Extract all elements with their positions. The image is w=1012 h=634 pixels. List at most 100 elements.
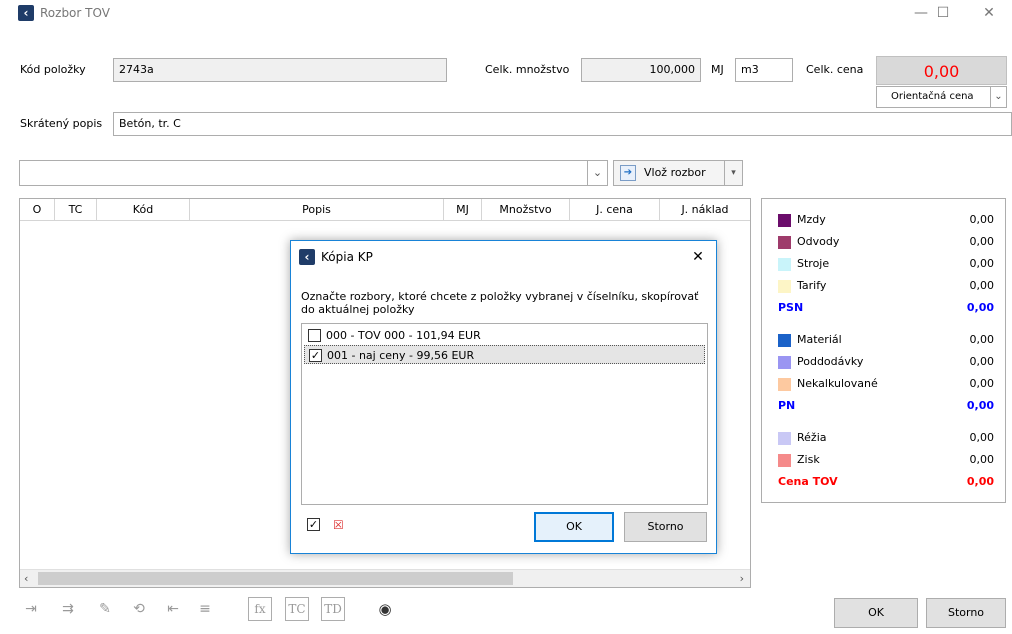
stroje-value: 0,00 (969, 257, 995, 270)
window-title: Rozbor TOV (40, 6, 110, 20)
nekalkulovane-label: Nekalkulované (797, 377, 878, 390)
dialog-ok-button[interactable]: OK (534, 512, 614, 542)
col-jcena[interactable]: J. cena (570, 199, 660, 221)
dialog-title: Kópia KP (321, 250, 373, 264)
dropdown-arrow-icon[interactable]: ▾ (724, 161, 742, 185)
psn-value: 0,00 (966, 301, 994, 314)
tarify-value: 0,00 (969, 279, 995, 292)
export-icon[interactable]: ⇤ (163, 599, 183, 619)
checkbox-checked[interactable]: ✓ (309, 349, 322, 362)
list-item[interactable]: ✓ 001 - naj ceny - 99,56 EUR (304, 345, 705, 364)
maximize-button[interactable]: ☐ (920, 0, 966, 26)
import-icon[interactable]: ⇥ (21, 599, 41, 619)
ok-button[interactable]: OK (834, 598, 918, 628)
summary-row-odvody: Odvody 0,00 (778, 231, 994, 253)
tarify-label: Tarify (797, 279, 827, 292)
dialog-message: Označte rozbory, ktoré chcete z položky … (301, 290, 699, 316)
mzdy-swatch (778, 214, 791, 227)
psn-label: PSN (778, 301, 804, 314)
list-item[interactable]: 000 - TOV 000 - 101,94 EUR (304, 326, 705, 345)
title-bar: ‹ Rozbor TOV — ☐ ✕ (0, 0, 1012, 26)
col-mj[interactable]: MJ (444, 199, 482, 221)
cena-type-select[interactable]: Orientačná cena ⌄ (876, 86, 1007, 108)
summary-row-psn: PSN 0,00 (778, 297, 994, 319)
cena-tov-value: 0,00 (966, 475, 994, 488)
summary-row-cena-tov: Cena TOV 0,00 (778, 471, 994, 493)
tarify-swatch (778, 280, 791, 293)
mnozstvo-field[interactable]: 100,000 (581, 58, 701, 82)
material-swatch (778, 334, 791, 347)
rezia-value: 0,00 (969, 431, 995, 444)
col-kod[interactable]: Kód (97, 199, 190, 221)
summary-row-nekalkulovane: Nekalkulované 0,00 (778, 373, 994, 395)
mj-field[interactable]: m3 (735, 58, 793, 82)
mj-label: MJ (711, 63, 724, 76)
checkbox[interactable] (308, 329, 321, 342)
summary-row-zisk: Zisk 0,00 (778, 449, 994, 471)
chevron-down-icon: ⌄ (990, 87, 1006, 107)
cancel-button[interactable]: Storno (926, 598, 1006, 628)
rezia-swatch (778, 432, 791, 445)
list-icon[interactable]: ≡ (195, 599, 215, 619)
dialog-close-icon[interactable]: ✕ (688, 241, 708, 273)
poddodavky-label: Poddodávky (797, 355, 864, 368)
summary-row-tarify: Tarify 0,00 (778, 275, 994, 297)
dialog-cancel-button[interactable]: Storno (624, 512, 707, 542)
odvody-label: Odvody (797, 235, 840, 248)
col-tc[interactable]: TC (55, 199, 97, 221)
kod-field[interactable]: 2743a (113, 58, 447, 82)
uncheck-all-icon[interactable]: ☒ (333, 517, 351, 533)
col-jnaklad[interactable]: J. náklad (660, 199, 750, 221)
insert-rozbor-button[interactable]: ➔ Vlož rozbor ▾ (613, 160, 743, 186)
cena-type-value: Orientačná cena (891, 91, 974, 102)
popis-field[interactable]: Betón, tr. C (113, 112, 1012, 136)
scroll-right-icon[interactable]: › (740, 570, 744, 588)
eye-icon[interactable]: ◉ (375, 599, 395, 619)
col-mnozstvo[interactable]: Množstvo (482, 199, 570, 221)
material-value: 0,00 (969, 333, 995, 346)
edit-icon[interactable]: ✎ (95, 599, 115, 619)
odvody-value: 0,00 (969, 235, 995, 248)
scroll-thumb[interactable] (38, 572, 513, 585)
zisk-value: 0,00 (969, 453, 995, 466)
stroje-label: Stroje (797, 257, 830, 270)
rozbor-list[interactable]: 000 - TOV 000 - 101,94 EUR ✓ 001 - naj c… (301, 323, 708, 505)
zisk-swatch (778, 454, 791, 467)
kopia-kp-dialog: ‹ Kópia KP ✕ Označte rozbory, ktoré chce… (290, 240, 717, 554)
nekalkulovane-swatch (778, 378, 791, 391)
horizontal-scrollbar[interactable]: ‹ › (20, 569, 750, 587)
summary-row-material: Materiál 0,00 (778, 329, 994, 351)
refresh-icon[interactable]: ⟲ (129, 599, 149, 619)
fx-button[interactable]: fx (248, 597, 272, 621)
import-all-icon[interactable]: ⇉ (58, 599, 78, 619)
insert-rozbor-label: Vlož rozbor (644, 166, 706, 179)
col-popis[interactable]: Popis (190, 199, 444, 221)
rozbor-combo[interactable]: ⌄ (19, 160, 608, 186)
mnozstvo-label: Celk. množstvo (485, 63, 570, 76)
col-o[interactable]: O (20, 199, 55, 221)
dialog-app-icon: ‹ (299, 249, 315, 265)
nekalkulovane-value: 0,00 (969, 377, 995, 390)
chevron-down-icon[interactable]: ⌄ (587, 161, 607, 185)
tc-button[interactable]: TC (285, 597, 309, 621)
summary-row-stroje: Stroje 0,00 (778, 253, 994, 275)
cena-value: 0,00 (876, 56, 1007, 85)
material-label: Materiál (797, 333, 842, 346)
rezia-label: Réžia (797, 431, 827, 444)
summary-row-rezia: Réžia 0,00 (778, 427, 994, 449)
mzdy-value: 0,00 (969, 213, 995, 226)
close-button[interactable]: ✕ (966, 0, 1012, 26)
pn-label: PN (778, 399, 796, 412)
summary-row-pn: PN 0,00 (778, 395, 994, 417)
td-button[interactable]: TD (321, 597, 345, 621)
summary-row-mzdy: Mzdy 0,00 (778, 209, 994, 231)
poddodavky-value: 0,00 (969, 355, 995, 368)
kod-label: Kód položky (20, 63, 86, 76)
odvody-swatch (778, 236, 791, 249)
insert-icon: ➔ (620, 165, 636, 181)
pn-value: 0,00 (966, 399, 994, 412)
mzdy-label: Mzdy (797, 213, 826, 226)
zisk-label: Zisk (797, 453, 820, 466)
check-all-icon[interactable]: ✓ (307, 518, 320, 531)
scroll-left-icon[interactable]: ‹ (24, 570, 28, 588)
